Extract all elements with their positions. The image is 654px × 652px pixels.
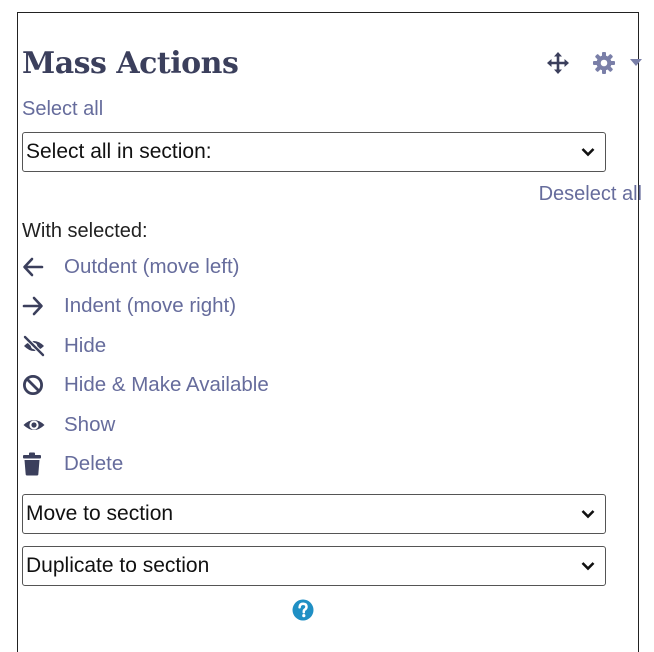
action-label: Indent (move right) [64, 294, 237, 318]
with-selected-label: With selected: [22, 220, 148, 242]
chevron-down-icon [581, 510, 595, 519]
arrow-right-icon [22, 293, 48, 319]
actions-list: Outdent (move left) Indent (move right) … [22, 247, 269, 484]
action-label: Hide [64, 333, 107, 357]
action-hide[interactable]: Hide [22, 326, 269, 366]
question-circle-icon[interactable] [292, 599, 314, 621]
ban-icon [22, 372, 48, 398]
arrow-left-icon [22, 254, 48, 280]
action-show[interactable]: Show [22, 405, 269, 445]
action-hide-make-available[interactable]: Hide & Make Available [22, 366, 269, 406]
duplicate-to-section-select[interactable]: Duplicate to section [22, 546, 606, 586]
section-select-value: Select all in section: [26, 140, 212, 163]
action-outdent[interactable]: Outdent (move left) [22, 247, 269, 287]
action-indent[interactable]: Indent (move right) [22, 287, 269, 327]
section-select[interactable]: Select all in section: [22, 132, 606, 172]
arrows-move-icon[interactable] [546, 51, 570, 75]
chevron-down-icon [581, 562, 595, 571]
trash-icon [22, 451, 48, 477]
gear-icon[interactable] [592, 51, 616, 75]
action-delete[interactable]: Delete [22, 445, 269, 485]
action-label: Hide & Make Available [64, 373, 269, 397]
action-label: Delete [64, 452, 124, 476]
block-title: Mass Actions [22, 46, 239, 81]
block-header: Mass Actions [22, 42, 642, 88]
move-to-section-select[interactable]: Move to section [22, 494, 606, 534]
eye-icon [22, 412, 48, 438]
block-controls [546, 48, 642, 78]
eye-slash-icon [22, 333, 48, 359]
action-label: Show [64, 412, 116, 436]
action-label: Outdent (move left) [64, 254, 240, 278]
deselect-all-link[interactable]: Deselect all [539, 181, 642, 207]
select-all-link[interactable]: Select all [22, 97, 103, 121]
duplicate-select-value: Duplicate to section [26, 554, 210, 577]
caret-down-icon[interactable] [630, 59, 642, 67]
chevron-down-icon [581, 148, 595, 157]
move-select-value: Move to section [26, 502, 174, 525]
